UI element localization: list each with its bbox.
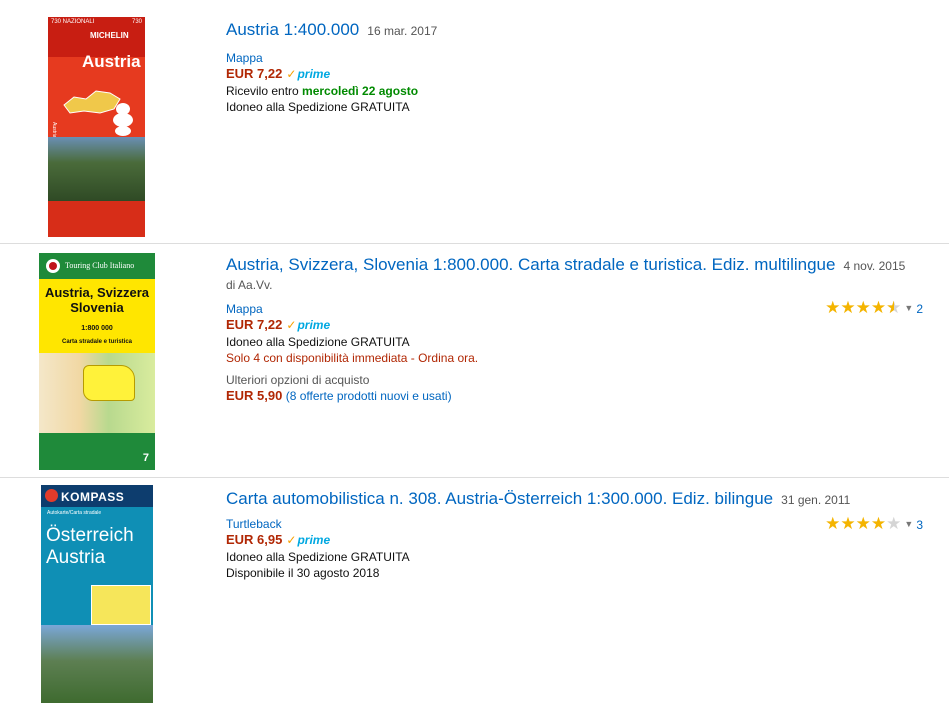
price[interactable]: EUR 6,95 <box>226 532 282 547</box>
cover-title: Österreich Austria <box>46 525 134 569</box>
rating-count[interactable]: 3 <box>916 518 923 532</box>
cover-title: Austria <box>82 52 141 71</box>
search-results-list: 730 NAZIONALI 730 MICHELIN Austria Austr… <box>0 0 949 709</box>
product-image[interactable]: Touring Club Italiano Austria, Svizzera … <box>39 253 155 470</box>
star-rating-icon: ★★★★★ <box>825 514 902 533</box>
format-link[interactable]: Mappa <box>226 51 437 65</box>
price[interactable]: EUR 7,22 <box>226 66 282 81</box>
cover-brand: MICHELIN <box>90 31 129 40</box>
product-image[interactable]: 730 NAZIONALI 730 MICHELIN Austria Austr… <box>48 17 145 237</box>
rating-widget[interactable]: ★★★★★★▼2 <box>825 298 923 318</box>
availability-date: Disponibile il 30 agosto 2018 <box>226 566 380 580</box>
prime-check-icon: ✓ <box>286 533 297 547</box>
stock-status: Solo 4 con disponibilità immediata - Ord… <box>226 351 479 365</box>
prime-badge: ✓prime <box>286 67 330 81</box>
cover-subtitle: Carta stradale e turistica <box>61 339 133 345</box>
prime-badge: ✓prime <box>286 533 330 547</box>
price[interactable]: EUR 7,22 <box>226 317 282 332</box>
chevron-down-icon[interactable]: ▼ <box>904 519 913 529</box>
more-buying-options: Ulteriori opzioni di acquisto <box>226 373 370 387</box>
result-item: KOMPASS Autokarte/Carta stradale Österre… <box>0 477 949 709</box>
cover-brand: Touring Club Italiano <box>65 261 135 270</box>
prime-check-icon: ✓ <box>286 67 297 81</box>
product-title-link[interactable]: Austria, Svizzera, Slovenia 1:800.000. C… <box>226 255 835 274</box>
cover-legend <box>39 433 155 470</box>
author: di Aa.Vv. <box>226 278 273 292</box>
delivery-estimate: Ricevilo entro mercoledì 22 agosto <box>226 83 437 99</box>
cover-number: 7 <box>142 452 149 464</box>
rating-count[interactable]: 2 <box>916 302 923 316</box>
shipping-eligibility: Idoneo alla Spedizione GRATUITA <box>226 100 410 114</box>
kompass-logo-icon <box>45 489 58 502</box>
delivery-prefix: Ricevilo entro <box>226 84 303 98</box>
publication-date: 16 mar. 2017 <box>367 24 438 38</box>
prime-label: prime <box>297 533 331 547</box>
prime-label: prime <box>297 67 331 81</box>
cover-title-line2: Slovenia <box>70 300 124 315</box>
publication-date: 4 nov. 2015 <box>843 259 906 273</box>
format-link[interactable]: Turtleback <box>226 517 926 531</box>
cover-number-right: 730 <box>131 19 142 25</box>
cover-brand: KOMPASS <box>61 490 125 504</box>
star-rating-icon: ★★★★★★ <box>825 298 902 317</box>
cover-map <box>91 585 151 625</box>
cover-scale: 1:800 000 <box>81 325 113 332</box>
shipping-eligibility: Idoneo alla Spedizione GRATUITA <box>226 335 410 349</box>
cover-photo <box>48 137 145 201</box>
product-title-link[interactable]: Carta automobilistica n. 308. Austria-Ös… <box>226 489 773 508</box>
delivery-date: mercoledì 22 agosto <box>302 84 419 98</box>
cover-map-highlight <box>83 365 135 401</box>
used-price[interactable]: EUR 5,90 <box>226 388 282 403</box>
result-details: Carta automobilistica n. 308. Austria-Ös… <box>226 489 926 581</box>
result-item: Touring Club Italiano Austria, Svizzera … <box>0 243 949 477</box>
format-link[interactable]: Mappa <box>226 302 926 316</box>
cover-small-text: Autokarte/Carta stradale <box>47 510 102 516</box>
cover-legend <box>48 201 145 237</box>
prime-badge: ✓prime <box>286 318 330 332</box>
cover-title-line2: Austria <box>46 547 106 568</box>
prime-label: prime <box>297 318 331 332</box>
publication-date: 31 gen. 2011 <box>781 493 851 507</box>
shipping-eligibility: Idoneo alla Spedizione GRATUITA <box>226 550 410 564</box>
cover-number-left: 730 NAZIONALI <box>51 19 95 25</box>
chevron-down-icon[interactable]: ▼ <box>904 303 913 313</box>
cover-photo <box>41 625 153 703</box>
result-details: Austria, Svizzera, Slovenia 1:800.000. C… <box>226 255 926 404</box>
cover-title-line1: Österreich <box>46 525 134 546</box>
product-image[interactable]: KOMPASS Autokarte/Carta stradale Österre… <box>41 485 153 703</box>
result-details: Austria 1:400.000 16 mar. 2017 Mappa EUR … <box>226 20 437 115</box>
product-title-link[interactable]: Austria 1:400.000 <box>226 20 359 39</box>
rating-widget[interactable]: ★★★★★ ▼ 3 <box>825 514 923 534</box>
michelin-man-icon <box>113 103 133 136</box>
offers-link[interactable]: (8 offerte prodotti nuovi e usati) <box>286 389 452 403</box>
cover-title: Austria, Svizzera Slovenia <box>39 285 155 315</box>
tci-logo-icon <box>46 259 60 273</box>
cover-side-text: Austria <box>51 122 57 138</box>
result-item: 730 NAZIONALI 730 MICHELIN Austria Austr… <box>0 0 949 243</box>
prime-check-icon: ✓ <box>286 318 297 332</box>
cover-title-line1: Austria, Svizzera <box>44 285 150 300</box>
